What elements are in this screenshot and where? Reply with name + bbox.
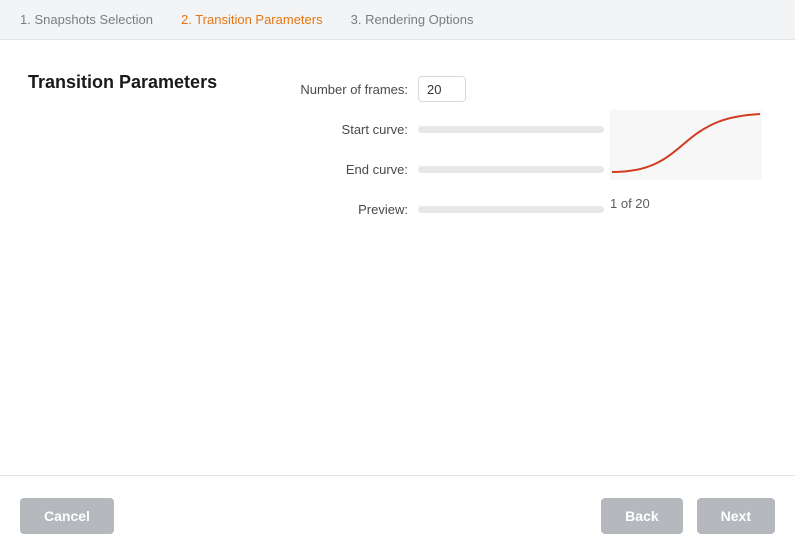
wizard-steps-bar: 1. Snapshots Selection 2. Transition Par… bbox=[0, 0, 795, 40]
step-rendering-options[interactable]: 3. Rendering Options bbox=[351, 12, 474, 27]
label-end-curve: End curve: bbox=[300, 162, 418, 177]
row-preview: Preview: bbox=[300, 198, 775, 220]
label-preview: Preview: bbox=[300, 202, 418, 217]
label-number-of-frames: Number of frames: bbox=[300, 82, 418, 97]
slider-end-curve[interactable] bbox=[418, 166, 604, 173]
preview-counter: 1 of 20 bbox=[610, 196, 650, 211]
curve-preview-box bbox=[610, 110, 762, 180]
back-button[interactable]: Back bbox=[601, 498, 682, 534]
row-number-of-frames: Number of frames: bbox=[300, 78, 775, 100]
step-snapshots-selection[interactable]: 1. Snapshots Selection bbox=[20, 12, 153, 27]
slider-start-curve[interactable] bbox=[418, 126, 604, 133]
footer-bar: Cancel Back Next bbox=[0, 475, 795, 556]
cancel-button[interactable]: Cancel bbox=[20, 498, 114, 534]
step-transition-parameters[interactable]: 2. Transition Parameters bbox=[181, 12, 323, 27]
footer-right-group: Back Next bbox=[601, 498, 775, 534]
curve-graph-icon bbox=[610, 110, 762, 180]
label-start-curve: Start curve: bbox=[300, 122, 418, 137]
slider-preview[interactable] bbox=[418, 206, 604, 213]
input-number-of-frames[interactable] bbox=[418, 76, 466, 102]
next-button[interactable]: Next bbox=[697, 498, 775, 534]
